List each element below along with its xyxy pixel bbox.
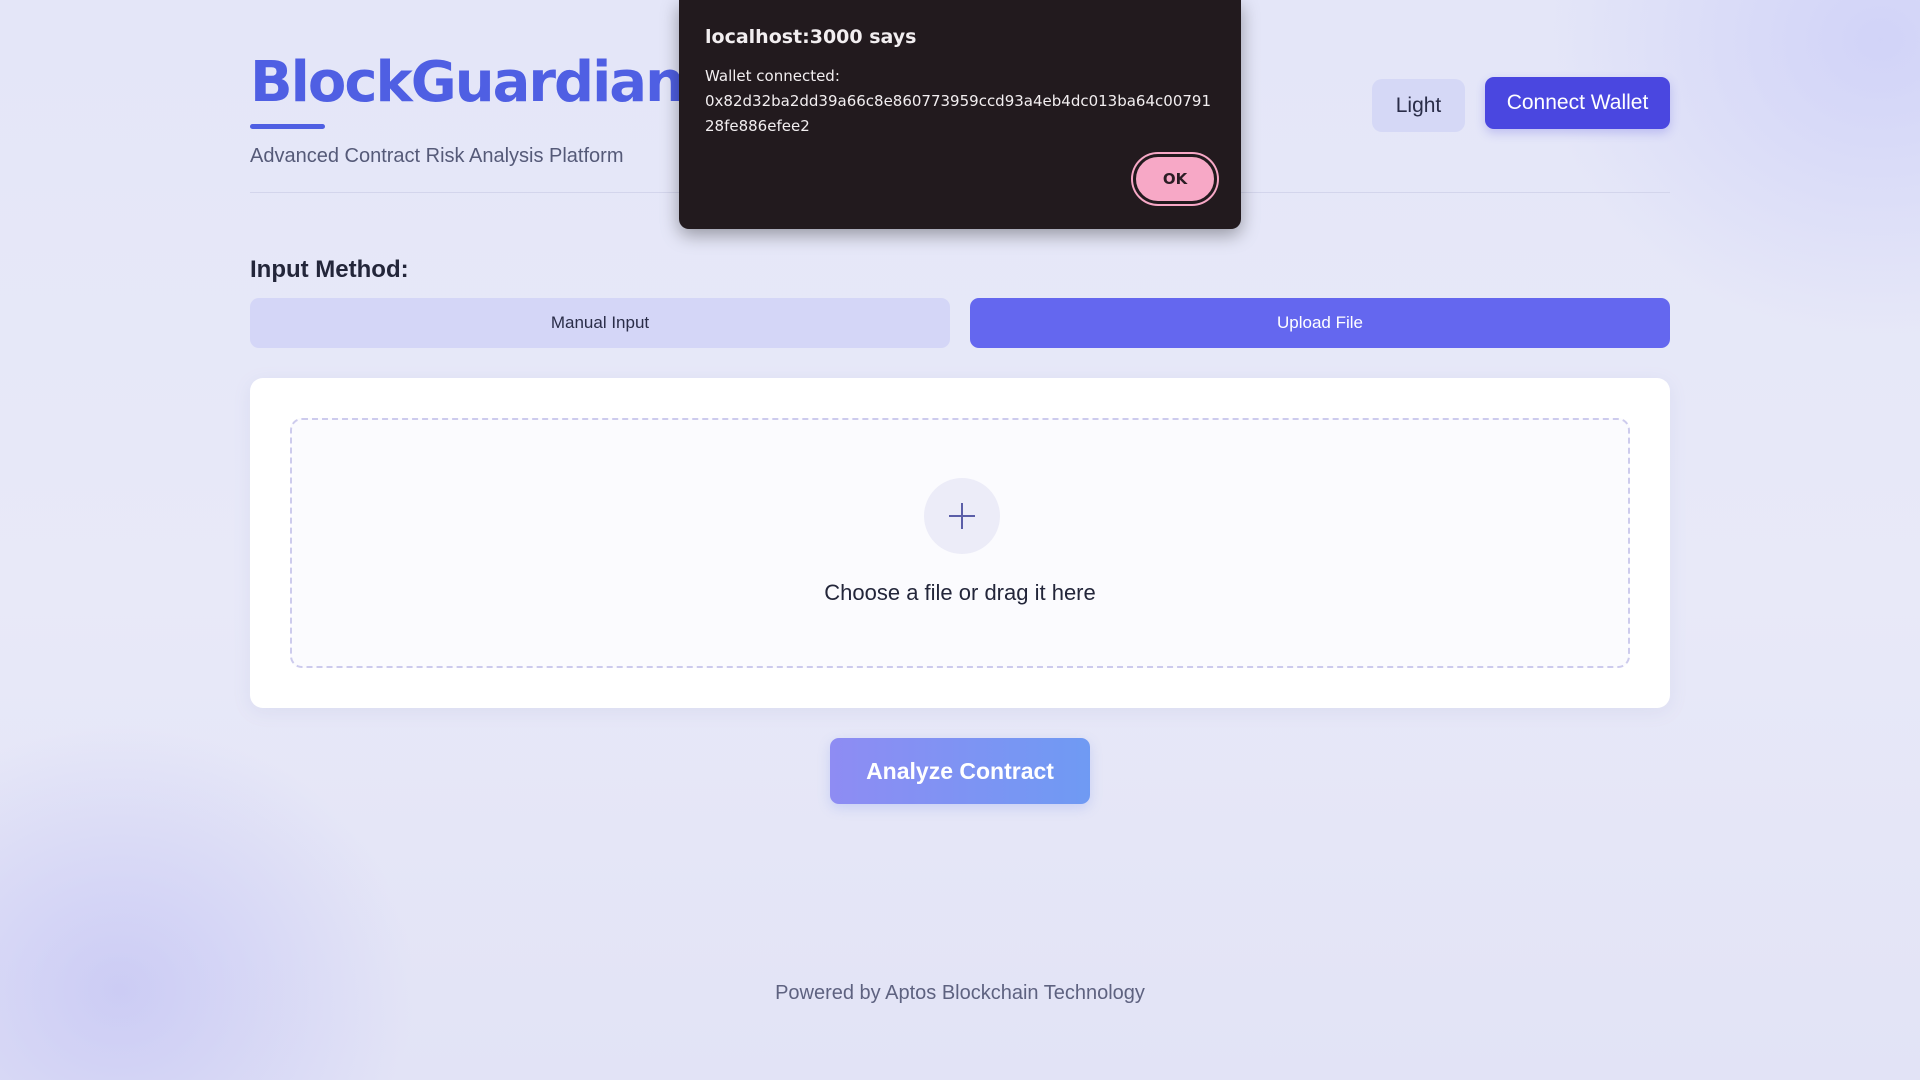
tab-manual-input[interactable]: Manual Input (250, 298, 950, 348)
footer-text: Powered by Aptos Blockchain Technology (775, 982, 1145, 1004)
plus-icon[interactable] (924, 478, 1000, 554)
alert-message: Wallet connected: 0x82d32ba2dd39a66c8e86… (705, 64, 1220, 139)
dropzone-prompt: Choose a file or drag it here (824, 580, 1096, 605)
analyze-contract-button[interactable]: Analyze Contract (830, 738, 1090, 804)
wallet-address: 0x82d32ba2dd39a66c8e860773959ccd93a4eb4d… (705, 92, 1211, 135)
alert-dialog: localhost:3000 says Wallet connected: 0x… (679, 0, 1241, 229)
tab-upload-file[interactable]: Upload File (970, 298, 1670, 348)
theme-toggle-button[interactable]: Light (1372, 79, 1465, 132)
brand-title: BlockGuardian (250, 50, 685, 115)
alert-title: localhost:3000 says (705, 26, 917, 48)
input-method-label: Input Method: (250, 256, 409, 283)
file-dropzone[interactable]: Choose a file or drag it here (290, 418, 1630, 668)
upload-card: Choose a file or drag it here (250, 378, 1670, 708)
connect-wallet-button[interactable]: Connect Wallet (1485, 77, 1670, 129)
alert-ok-button[interactable]: OK (1133, 154, 1217, 204)
alert-message-line: Wallet connected: (705, 67, 840, 85)
brand-underline (250, 124, 325, 129)
brand-subtitle: Advanced Contract Risk Analysis Platform (250, 145, 624, 167)
